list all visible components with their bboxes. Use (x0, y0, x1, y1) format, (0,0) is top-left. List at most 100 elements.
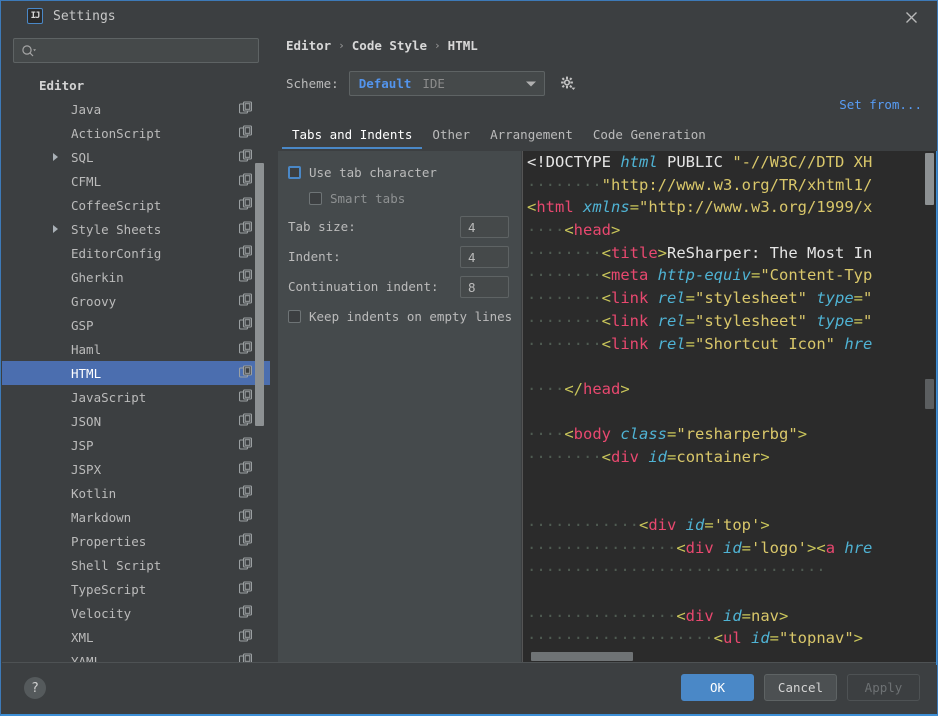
copy-scheme-icon[interactable] (238, 604, 253, 623)
sidebar-item-gsp[interactable]: GSP (2, 313, 270, 337)
sidebar-item-json[interactable]: JSON (2, 409, 270, 433)
copy-scheme-icon[interactable] (238, 436, 253, 455)
search-icon (21, 44, 37, 58)
copy-scheme-icon[interactable] (238, 532, 253, 551)
sidebar-item-typescript[interactable]: TypeScript (2, 577, 270, 601)
continuation-indent-input[interactable]: 8 (460, 276, 509, 298)
code-line: <html xmlns="http://www.w3.org/1999/x (527, 198, 873, 217)
code-line: ····<head> (527, 221, 621, 240)
sidebar-item-style-sheets[interactable]: Style Sheets (2, 217, 270, 241)
tab-arrangement[interactable]: Arrangement (480, 123, 583, 149)
sidebar-scrollbar-thumb[interactable] (255, 163, 264, 426)
sidebar-item-gherkin[interactable]: Gherkin (2, 265, 270, 289)
sidebar-item-cfml[interactable]: CFML (2, 169, 270, 193)
sidebar-item-markdown[interactable]: Markdown (2, 505, 270, 529)
copy-scheme-icon[interactable] (238, 124, 253, 143)
apply-button: Apply (847, 674, 920, 701)
keep-indents-row[interactable]: Keep indents on empty lines (288, 309, 512, 324)
search-input[interactable] (13, 38, 259, 63)
code-preview-panel[interactable]: <!DOCTYPE html PUBLIC "-//W3C//DTD XH ···… (522, 151, 937, 665)
smart-tabs-row[interactable]: Smart tabs (309, 191, 405, 206)
copy-scheme-icon[interactable] (238, 460, 253, 479)
sidebar-item-label: TypeScript (71, 581, 147, 597)
code-line: ····················<ul id="topnav"> (527, 629, 864, 648)
sidebar-item-java[interactable]: Java (2, 97, 270, 121)
settings-tabs: Tabs and Indents Other Arrangement Code Gen… (282, 123, 716, 149)
smart-tabs-checkbox[interactable] (309, 192, 322, 205)
cancel-button[interactable]: Cancel (764, 674, 837, 701)
sidebar-item-kotlin[interactable]: Kotlin (2, 481, 270, 505)
copy-scheme-icon[interactable] (238, 412, 253, 431)
use-tab-character-row[interactable]: Use tab character (288, 165, 437, 180)
sidebar-item-xml[interactable]: XML (2, 625, 270, 649)
copy-scheme-icon[interactable] (238, 556, 253, 575)
copy-scheme-icon[interactable] (238, 580, 253, 599)
expand-arrow-icon[interactable] (53, 153, 58, 161)
copy-scheme-icon[interactable] (238, 388, 253, 407)
sidebar-item-shell-script[interactable]: Shell Script (2, 553, 270, 577)
copy-scheme-icon[interactable] (238, 364, 253, 383)
copy-scheme-icon[interactable] (238, 484, 253, 503)
copy-scheme-icon[interactable] (238, 316, 253, 335)
breadcrumb: Editor › Code Style › HTML (286, 38, 478, 53)
tab-size-row: Tab size: (288, 219, 356, 234)
copy-scheme-icon[interactable] (238, 172, 253, 191)
tab-code-generation[interactable]: Code Generation (583, 123, 716, 149)
copy-scheme-icon[interactable] (238, 340, 253, 359)
sidebar-item-javascript[interactable]: JavaScript (2, 385, 270, 409)
tab-other[interactable]: Other (422, 123, 480, 149)
sidebar-item-html[interactable]: HTML (2, 361, 270, 385)
copy-scheme-icon[interactable] (238, 100, 253, 119)
keep-indents-checkbox[interactable] (288, 310, 301, 323)
tab-size-input[interactable]: 4 (460, 216, 509, 238)
use-tab-character-checkbox[interactable] (288, 166, 301, 179)
code-line: ········"http://www.w3.org/TR/xhtml1/ (527, 175, 873, 194)
sidebar-item-label: HTML (71, 365, 102, 381)
code-line: ········<meta http-equiv="Content-Typ (527, 266, 873, 285)
expand-arrow-icon[interactable] (53, 225, 58, 233)
set-from-link[interactable]: Set from... (839, 97, 922, 112)
sidebar-item-coffeescript[interactable]: CoffeeScript (2, 193, 270, 217)
sidebar-item-properties[interactable]: Properties (2, 529, 270, 553)
scheme-dropdown[interactable]: Default IDE (348, 71, 545, 96)
breadcrumb-item-editor[interactable]: Editor (286, 38, 331, 53)
sidebar-item-sql[interactable]: SQL (2, 145, 270, 169)
sidebar-item-jsp[interactable]: JSP (2, 433, 270, 457)
copy-scheme-icon[interactable] (238, 148, 253, 167)
copy-scheme-icon[interactable] (238, 292, 253, 311)
gear-icon[interactable] (557, 73, 579, 95)
sidebar-item-editorconfig[interactable]: EditorConfig (2, 241, 270, 265)
sidebar-item-actionscript[interactable]: ActionScript (2, 121, 270, 145)
sidebar-item-editor[interactable]: Editor (2, 73, 270, 97)
dialog-buttons: OK Cancel Apply (681, 674, 920, 701)
continuation-indent-row: Continuation indent: (288, 279, 439, 294)
sidebar-item-velocity[interactable]: Velocity (2, 601, 270, 625)
sidebar-item-groovy[interactable]: Groovy (2, 289, 270, 313)
indent-input[interactable]: 4 (460, 246, 509, 268)
sidebar-item-label: ActionScript (71, 125, 162, 141)
preview-vertical-scrollbar-marker[interactable] (925, 379, 934, 409)
preview-horizontal-scrollbar-thumb[interactable] (531, 652, 633, 661)
indent-label: Indent: (288, 249, 341, 264)
window-title: Settings (53, 8, 116, 24)
sidebar-item-haml[interactable]: Haml (2, 337, 270, 361)
copy-scheme-icon[interactable] (238, 628, 253, 647)
copy-scheme-icon[interactable] (238, 508, 253, 527)
code-line: ················<div id=nav> (527, 606, 789, 625)
ok-button[interactable]: OK (681, 674, 754, 701)
code-line: ····</head> (527, 379, 630, 398)
help-button[interactable]: ? (24, 677, 46, 699)
tab-tabs-and-indents[interactable]: Tabs and Indents (282, 123, 423, 149)
copy-scheme-icon[interactable] (238, 220, 253, 239)
preview-vertical-scrollbar-thumb[interactable] (925, 153, 934, 205)
copy-scheme-icon[interactable] (238, 196, 253, 215)
close-icon[interactable] (901, 7, 921, 27)
intellij-logo-icon: IJ (27, 8, 43, 24)
breadcrumb-item-html[interactable]: HTML (448, 38, 478, 53)
copy-scheme-icon[interactable] (238, 244, 253, 263)
sidebar-item-jspx[interactable]: JSPX (2, 457, 270, 481)
copy-scheme-icon[interactable] (238, 268, 253, 287)
breadcrumb-item-code-style[interactable]: Code Style (352, 38, 427, 53)
scheme-value: Default (358, 76, 412, 91)
preview-code: <!DOCTYPE html PUBLIC "-//W3C//DTD XH ···… (523, 151, 872, 650)
